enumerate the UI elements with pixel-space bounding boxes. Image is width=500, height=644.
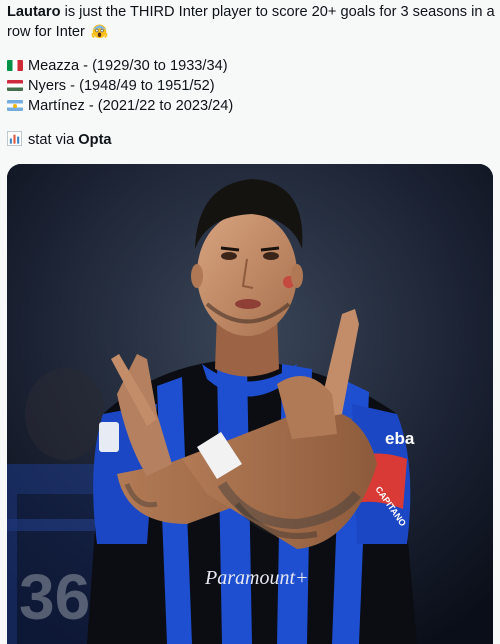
player-name: Lautaro [7, 4, 61, 20]
tweet-line-1: Lautaro is just the THIRD Inter player t… [7, 2, 495, 22]
sleeve-sponsor: eba [385, 429, 415, 448]
stat-prefix: stat via [28, 132, 79, 148]
background-shirt-number: 36 [19, 561, 90, 633]
hungary-flag-icon [7, 80, 23, 91]
player-text-nyers: Nyers - (1948/49 to 1951/52) [28, 78, 215, 94]
player-photo-illustration: 36 IM eba [7, 164, 493, 644]
stat-source-line: stat via Opta [7, 130, 493, 150]
kit-sponsor: Paramount+ [204, 567, 309, 589]
player-line-nyers: Nyers - (1948/49 to 1951/52) [7, 76, 493, 96]
post-photo[interactable]: 36 IM eba [7, 164, 493, 644]
player-line-martinez: Martínez - (2021/22 to 2023/24) [7, 96, 493, 116]
tweet-post: Lautaro is just the THIRD Inter player t… [0, 0, 500, 644]
argentina-flag-icon [7, 100, 23, 111]
tweet-line-2-text: row for Inter [7, 24, 85, 40]
tweet-line-2: row for Inter [7, 22, 493, 42]
stat-source[interactable]: Opta [78, 132, 111, 148]
player-text-martinez: Martínez - (2021/22 to 2023/24) [28, 98, 234, 114]
player-line-meazza: Meazza - (1929/30 to 1933/34) [7, 56, 493, 76]
italy-flag-icon [7, 60, 23, 71]
player-text-meazza: Meazza - (1929/30 to 1933/34) [28, 58, 228, 74]
face-screaming-in-fear-icon [91, 24, 108, 39]
tweet-text: Lautaro is just the THIRD Inter player t… [7, 2, 495, 150]
bar-chart-icon [7, 131, 22, 146]
tweet-line-1-rest: is just the THIRD Inter player to score … [60, 4, 495, 20]
